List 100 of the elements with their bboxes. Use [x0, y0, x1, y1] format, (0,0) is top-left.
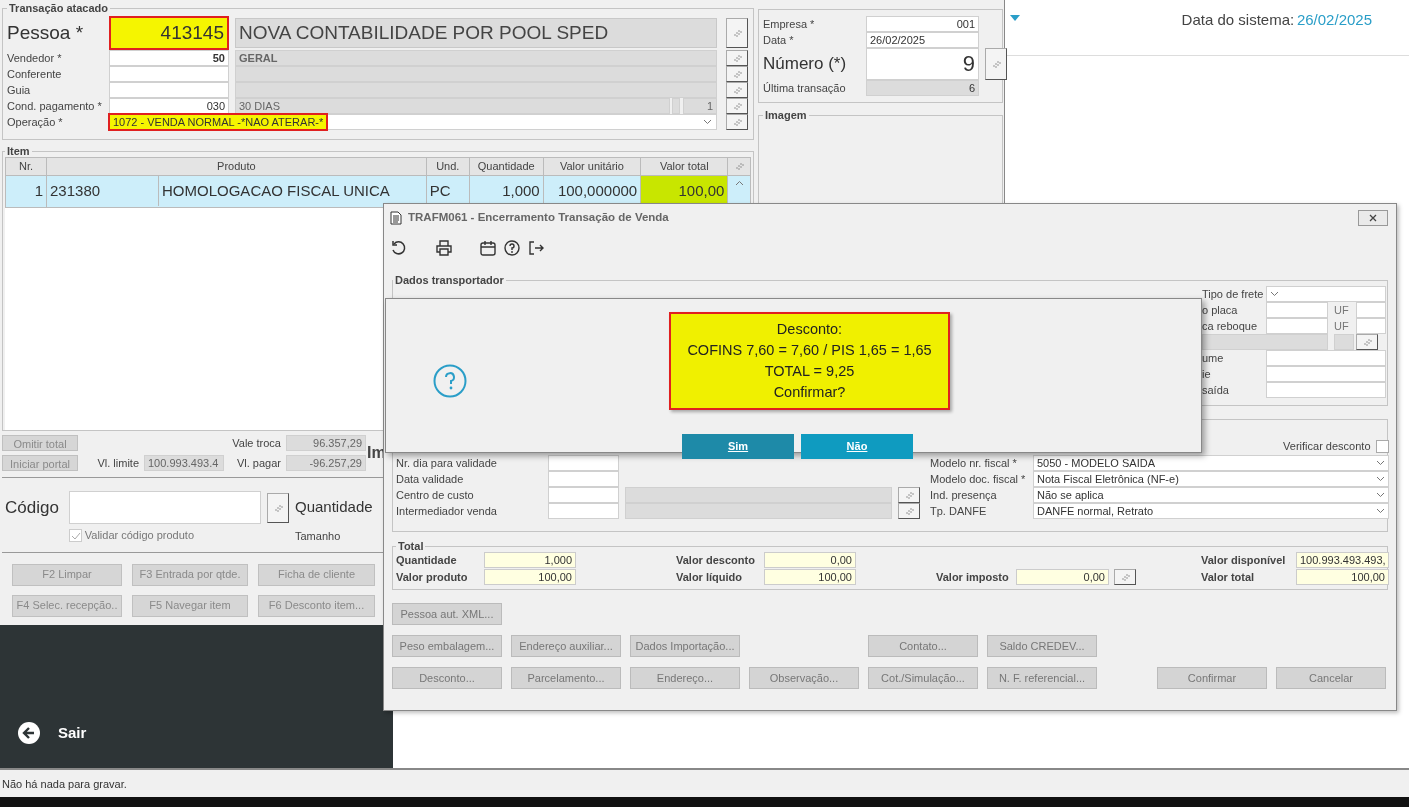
lookup-button[interactable]	[267, 492, 289, 523]
discount-checkbox[interactable]	[1376, 439, 1389, 453]
undo-icon[interactable]	[390, 240, 406, 256]
section-title: Dados transportador	[394, 275, 505, 286]
lookup-button[interactable]	[726, 18, 748, 48]
action-button[interactable]: Endereço...	[630, 667, 740, 689]
input-field[interactable]: 26/02/2025	[866, 32, 979, 48]
dropdown-field[interactable]	[1266, 286, 1386, 302]
lookup-button[interactable]	[1356, 334, 1378, 350]
lookup-button[interactable]	[985, 48, 1007, 80]
start-portal-button[interactable]: Iniciar portal	[2, 454, 78, 471]
lookup-button[interactable]	[726, 66, 748, 82]
action-button[interactable]: Cot./Simulação...	[868, 667, 978, 689]
chevron-icon	[1376, 476, 1385, 482]
input-field[interactable]: 001	[866, 16, 979, 32]
field-label: Intermediador venda	[396, 504, 498, 519]
input-field[interactable]	[548, 487, 619, 503]
close-button[interactable]	[1358, 209, 1388, 226]
input-field	[1334, 334, 1354, 350]
dropdown-field[interactable]: 5050 - MODELO SAIDA	[1033, 455, 1389, 471]
input-field[interactable]	[109, 82, 229, 98]
action-button[interactable]: Confirmar	[1157, 667, 1267, 689]
document-icon	[390, 210, 402, 225]
input-field[interactable]	[1266, 350, 1386, 366]
action-button[interactable]: Peso embalagem...	[392, 635, 502, 657]
function-button[interactable]: F4 Selec. recepção..	[12, 594, 122, 617]
input-field[interactable]	[1266, 366, 1386, 382]
input-field[interactable]: 413145	[109, 16, 229, 50]
action-button[interactable]: Observação...	[749, 667, 859, 689]
omit-total-button[interactable]: Omitir total	[2, 434, 78, 451]
input-field: 1	[683, 98, 717, 114]
input-field: 100,00	[764, 568, 856, 585]
action-button[interactable]: Cancelar	[1276, 667, 1386, 689]
exit-button[interactable]: Sair	[18, 722, 87, 745]
input-field[interactable]	[1266, 318, 1328, 334]
input-field[interactable]	[1266, 302, 1328, 318]
action-button[interactable]: Pessoa aut. XML...	[392, 603, 502, 625]
input-field[interactable]: 50	[109, 50, 229, 66]
no-button[interactable]: Não	[801, 434, 913, 459]
field-label: UF	[1334, 303, 1350, 318]
help-icon[interactable]	[504, 240, 520, 256]
input-field	[672, 98, 681, 114]
action-button[interactable]: N. F. referencial...	[987, 667, 1097, 689]
table-cell: 1	[5, 175, 47, 207]
lookup-button[interactable]	[1114, 568, 1136, 585]
action-button[interactable]: Contato...	[868, 635, 978, 657]
field-label: Vale troca	[231, 435, 281, 451]
input-field[interactable]	[109, 66, 229, 82]
yes-button[interactable]: Sim	[682, 434, 794, 459]
dropdown-field[interactable]: Não se aplica	[1033, 487, 1389, 503]
action-button[interactable]: Endereço auxiliar...	[511, 635, 621, 657]
lookup-button[interactable]	[898, 487, 920, 503]
action-button[interactable]: Saldo CREDEV...	[987, 635, 1097, 657]
field-label: Valor desconto	[676, 553, 756, 568]
field-label: Vl. limite	[96, 455, 139, 471]
action-button[interactable]: Dados Importação...	[630, 635, 740, 657]
window-title: TRAFM061 - Encerramento Transação de Venda	[408, 209, 669, 225]
field-label: Verificar desconto	[1283, 439, 1371, 454]
input-field[interactable]	[1356, 302, 1386, 318]
column-header: Und.	[426, 157, 470, 175]
chevron-icon	[1376, 508, 1385, 514]
section-title: Transação atacado	[8, 3, 110, 14]
dropdown-field[interactable]: DANFE normal, Retrato	[1033, 503, 1389, 519]
input-field: 100,00	[1296, 568, 1389, 585]
validate-checkbox[interactable]: Validar código produto	[69, 527, 261, 544]
input-field[interactable]	[548, 503, 619, 519]
lookup-button[interactable]	[726, 50, 748, 66]
input-field[interactable]	[548, 471, 619, 487]
exit-icon[interactable]	[528, 240, 544, 256]
function-button[interactable]: F6 Desconto item...	[258, 594, 375, 617]
print-icon[interactable]	[436, 240, 452, 256]
dropdown-field[interactable]: Nota Fiscal Eletrônica (NF-e)	[1033, 471, 1389, 487]
input-field[interactable]	[1266, 382, 1386, 398]
input-field[interactable]	[548, 455, 619, 471]
calendar-icon[interactable]	[480, 240, 496, 256]
input-field: GERAL	[235, 50, 717, 66]
dots-icon	[904, 507, 914, 515]
dots-icon	[732, 29, 742, 37]
input-field[interactable]: 030	[109, 98, 229, 114]
field-label: UF	[1334, 319, 1350, 334]
section-title: Item	[6, 146, 31, 157]
input-field[interactable]	[1356, 318, 1386, 334]
operation-dropdown[interactable]: 1072 - VENDA NORMAL -*NAO ATERAR-*	[109, 114, 717, 130]
section-title: Total	[397, 541, 425, 552]
action-button[interactable]: Parcelamento...	[511, 667, 621, 689]
action-button[interactable]: Desconto...	[392, 667, 502, 689]
check-icon	[70, 531, 81, 540]
lookup-button[interactable]	[726, 82, 748, 98]
input-field[interactable]	[69, 491, 261, 525]
lookup-button[interactable]	[726, 114, 748, 130]
dots-icon	[1362, 338, 1372, 346]
input-field: 0,00	[1016, 568, 1109, 585]
chevron-icon	[703, 119, 712, 125]
function-button[interactable]: F5 Navegar item	[132, 594, 248, 617]
function-button[interactable]: F3 Entrada por qtde.	[132, 563, 248, 586]
function-button[interactable]: Ficha de cliente	[258, 563, 375, 586]
function-button[interactable]: F2 Limpar	[12, 563, 122, 586]
input-field[interactable]: 9	[866, 48, 979, 80]
lookup-button[interactable]	[898, 503, 920, 519]
lookup-button[interactable]	[726, 98, 748, 114]
